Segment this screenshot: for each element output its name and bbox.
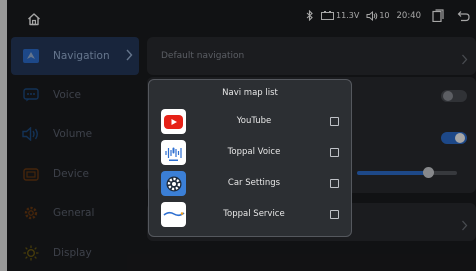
app-row-youtube[interactable]: YouTube: [149, 107, 353, 137]
navi-map-list-dialog: Navi map list YouTube Toppal Voice Car S…: [148, 79, 352, 237]
app-checkbox[interactable]: [330, 179, 339, 188]
app-name: Car Settings: [227, 178, 281, 188]
app-row-toppal-service[interactable]: Toppal Service: [149, 200, 353, 230]
app-name: Toppal Voice: [227, 147, 281, 157]
app-checkbox[interactable]: [330, 148, 339, 157]
toppal-voice-icon: [161, 140, 186, 165]
app-checkbox[interactable]: [330, 210, 339, 219]
toppal-service-icon: [161, 202, 186, 227]
app-name: Toppal Service: [223, 209, 285, 219]
app-row-toppal-voice[interactable]: Toppal Voice: [149, 138, 353, 168]
app-row-car-settings[interactable]: Car Settings: [149, 169, 353, 199]
app-name: YouTube: [236, 116, 272, 126]
app-checkbox[interactable]: [330, 117, 339, 126]
dialog-title: Navi map list: [222, 88, 278, 98]
youtube-icon: [161, 109, 186, 134]
car-settings-icon: [161, 171, 186, 196]
